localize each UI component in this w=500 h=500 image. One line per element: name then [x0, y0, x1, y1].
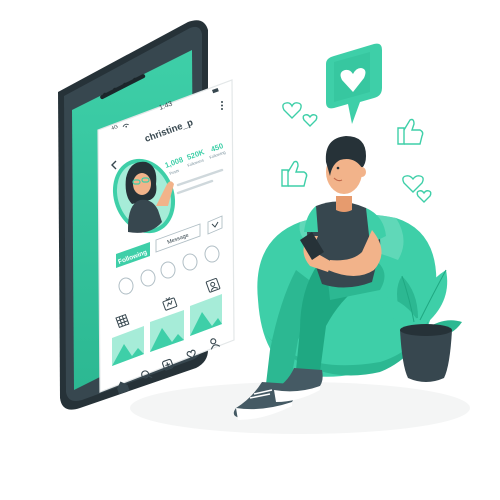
heart-icon — [282, 102, 302, 119]
heart-icon — [416, 190, 432, 203]
heart-icon — [302, 114, 318, 127]
kebab-menu-icon — [221, 101, 223, 110]
social-media-illustration: 1:43 4G christine_p 1,008 Posts 520K Fol… — [58, 20, 470, 434]
menu-button[interactable] — [221, 101, 223, 110]
heart-chat-bubble — [326, 43, 382, 124]
highlight-circle[interactable] — [118, 277, 134, 295]
highlight-circle[interactable] — [140, 269, 156, 287]
man-head — [325, 136, 366, 194]
highlight-circle[interactable] — [204, 245, 220, 263]
highlight-circle[interactable] — [160, 261, 176, 279]
highlight-circle[interactable] — [182, 253, 198, 271]
profile-screen: 1:43 4G christine_p 1,008 Posts 520K Fol… — [97, 79, 235, 395]
thumbs-up-icon — [397, 118, 424, 145]
thumbs-up-icon — [281, 160, 308, 187]
heart-icon — [402, 175, 424, 193]
